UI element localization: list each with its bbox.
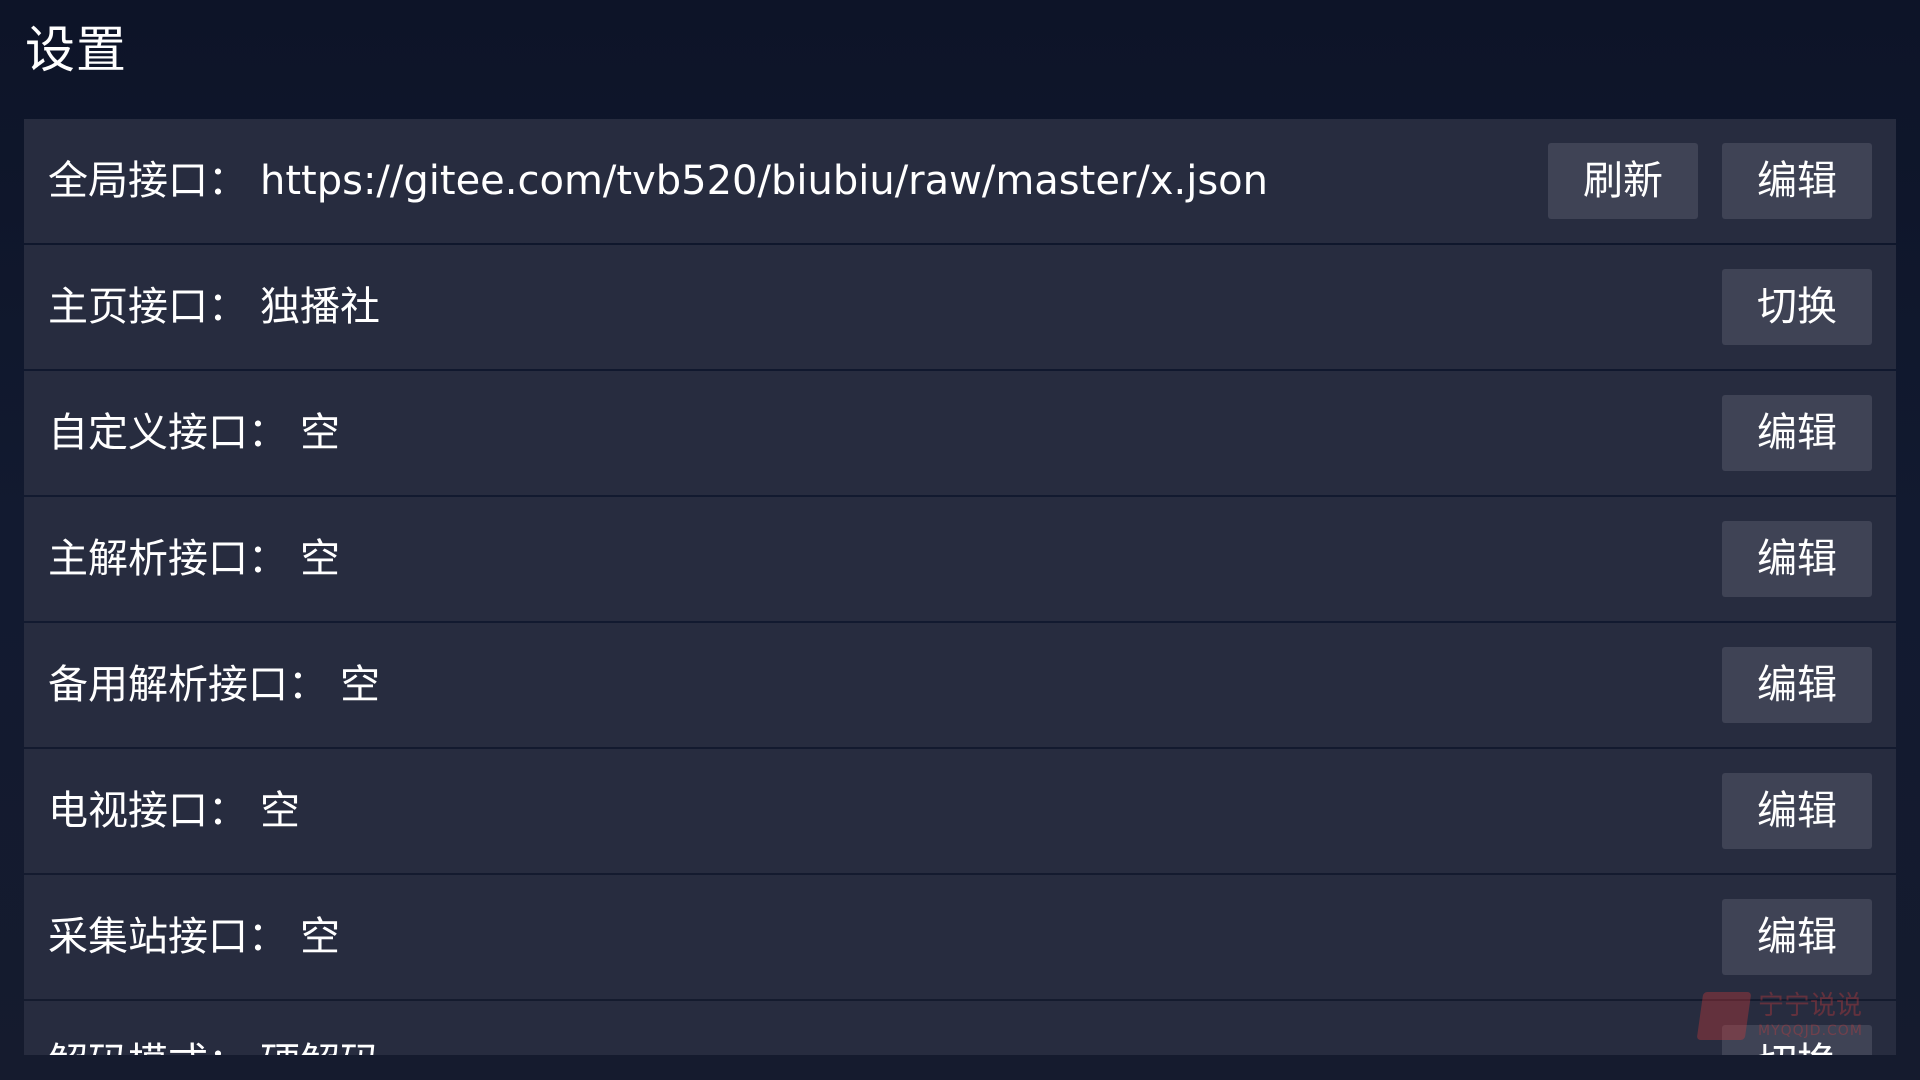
setting-value: 空 [300,536,340,582]
setting-value: 硬解码 [260,1001,380,1055]
setting-row-collector-api: 采集站接口： 空 编辑 [24,875,1896,999]
settings-list: 全局接口： https://gitee.com/tvb520/biubiu/ra… [24,119,1896,1055]
edit-button[interactable]: 编辑 [1722,899,1872,975]
setting-value: 空 [300,914,340,960]
setting-value: 独播社 [260,284,380,330]
setting-value: 空 [300,410,340,456]
edit-button[interactable]: 编辑 [1722,773,1872,849]
edit-button[interactable]: 编辑 [1722,521,1872,597]
setting-row-decode-mode: 解码模式： 硬解码 切换 [24,1001,1896,1055]
setting-value: https://gitee.com/tvb520/biubiu/raw/mast… [260,158,1269,204]
edit-button[interactable]: 编辑 [1722,395,1872,471]
watermark-text: 宁宁说说 [1758,991,1863,1021]
setting-label: 电视接口： [48,788,248,834]
setting-row-custom-api: 自定义接口： 空 编辑 [24,371,1896,495]
setting-value: 空 [260,788,300,834]
setting-row-backup-parse-api: 备用解析接口： 空 编辑 [24,623,1896,747]
setting-label: 全局接口： [48,158,248,204]
watermark: 宁宁说说 MYQQJD.COM [1696,990,1880,1042]
setting-row-home-api: 主页接口： 独播社 切换 [24,245,1896,369]
edit-button[interactable]: 编辑 [1722,647,1872,723]
switch-button[interactable]: 切换 [1722,269,1872,345]
edit-button[interactable]: 编辑 [1722,143,1872,219]
watermark-logo-icon [1696,992,1752,1040]
setting-label: 自定义接口： [48,410,288,456]
setting-value: 空 [340,662,380,708]
setting-row-global-api: 全局接口： https://gitee.com/tvb520/biubiu/ra… [24,119,1896,243]
setting-row-main-parse-api: 主解析接口： 空 编辑 [24,497,1896,621]
page-title: 设置 [25,21,127,79]
refresh-button[interactable]: 刷新 [1548,143,1698,219]
setting-label: 主页接口： [48,284,248,330]
setting-label: 采集站接口： [48,914,288,960]
setting-label: 备用解析接口： [48,662,328,708]
setting-label: 解码模式： [48,1001,248,1055]
setting-row-tv-api: 电视接口： 空 编辑 [24,749,1896,873]
watermark-subtext: MYQQJD.COM [1758,1023,1863,1039]
setting-label: 主解析接口： [48,536,288,582]
